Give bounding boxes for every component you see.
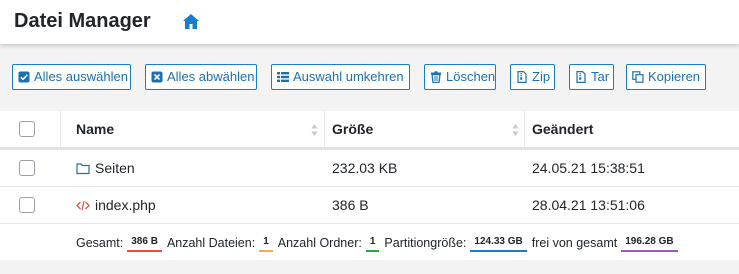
sort-icon[interactable] (512, 123, 519, 137)
trash-icon (431, 71, 441, 83)
table-row[interactable]: index.php 386 B 28.04.21 13:51:06 (0, 186, 739, 223)
select-all-checkbox[interactable] (19, 121, 35, 137)
table-header-row: Name Größe Geändert (0, 111, 739, 149)
file-archive-icon (576, 71, 586, 83)
column-header-modified[interactable]: Geändert (532, 111, 593, 147)
file-size: 386 B (332, 197, 369, 213)
select-all-button[interactable]: Alles auswählen (12, 64, 131, 90)
partition-size-badge: 124.33 GB (470, 235, 527, 252)
copy-label: Kopieren (648, 69, 701, 84)
file-archive-icon (517, 71, 527, 83)
zip-button[interactable]: Zip (510, 64, 555, 90)
copy-button[interactable]: Kopieren (626, 64, 706, 90)
delete-label: Löschen (446, 69, 496, 84)
column-divider (60, 111, 61, 147)
row-checkbox[interactable] (19, 160, 35, 176)
partition-label: Partitiongröße: (384, 235, 467, 250)
table-row[interactable]: Seiten 232.03 KB 24.05.21 15:38:51 (0, 149, 739, 186)
list-icon (277, 72, 289, 82)
files-count-badge: 1 (259, 235, 273, 252)
invert-selection-button[interactable]: Auswahl umkehren (271, 64, 410, 90)
column-header-size[interactable]: Größe (332, 111, 373, 147)
checkbox-checked-icon (18, 71, 30, 83)
column-divider (324, 111, 325, 147)
code-icon (76, 200, 90, 210)
folder-icon (76, 162, 90, 174)
tar-button[interactable]: Tar (569, 64, 614, 90)
folders-count-badge: 1 (365, 235, 380, 252)
file-name: index.php (95, 197, 156, 213)
file-name: Seiten (95, 160, 135, 176)
invert-selection-label: Auswahl umkehren (293, 69, 404, 84)
deselect-all-button[interactable]: Alles abwählen (145, 64, 257, 90)
total-label: Gesamt: (76, 235, 124, 250)
files-label: Anzahl Dateien: (166, 235, 256, 250)
checkbox-x-icon (151, 71, 163, 83)
select-all-label: Alles auswählen (34, 69, 128, 84)
storage-summary: Gesamt: 386 B Anzahl Dateien: 1 Anzahl O… (76, 224, 683, 261)
file-size: 232.03 KB (332, 160, 398, 176)
zip-label: Zip (532, 69, 551, 84)
app-header: Datei Manager (0, 0, 739, 44)
deselect-all-label: Alles abwählen (167, 69, 255, 84)
free-label: frei von gesamt (531, 235, 618, 250)
file-modified: 28.04.21 13:51:06 (532, 197, 645, 213)
delete-button[interactable]: Löschen (424, 64, 496, 90)
total-badge: 386 B (127, 235, 162, 252)
copy-icon (632, 71, 644, 83)
file-name-cell[interactable]: Seiten (76, 150, 135, 186)
file-table: Name Größe Geändert Seiten 232.03 KB 24.… (0, 111, 739, 260)
home-icon[interactable] (182, 13, 200, 30)
table-footer-row: Gesamt: 386 B Anzahl Dateien: 1 Anzahl O… (0, 223, 739, 260)
sort-icon[interactable] (311, 123, 318, 137)
file-modified: 24.05.21 15:38:51 (532, 160, 645, 176)
page-title: Datei Manager (14, 10, 151, 32)
file-name-cell[interactable]: index.php (76, 187, 156, 223)
folders-label: Anzahl Ordner: (277, 235, 362, 250)
row-checkbox[interactable] (19, 197, 35, 213)
tar-label: Tar (591, 69, 610, 84)
column-divider (524, 111, 525, 147)
column-header-name[interactable]: Name (76, 111, 114, 147)
free-size-badge: 196.28 GB (621, 235, 678, 252)
